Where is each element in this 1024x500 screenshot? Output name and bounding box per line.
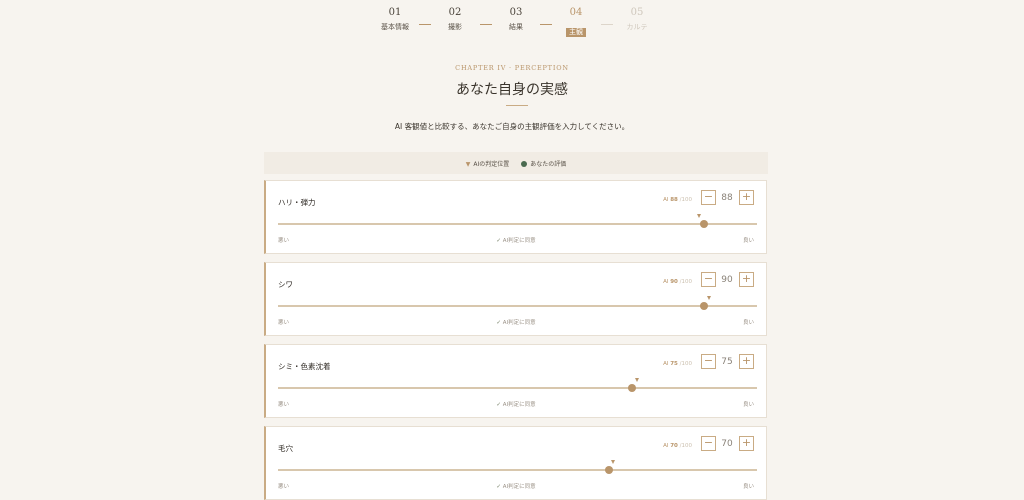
ai-score-max: /100 [679, 279, 692, 285]
legend-ai: ▼ AIの判定位置 [466, 159, 510, 168]
agree-indicator: ✓ AI判定に同意 [266, 400, 766, 408]
decrement-button[interactable]: − [701, 272, 716, 287]
slider-handle[interactable] [604, 466, 613, 474]
page-title: あなた自身の実感 [456, 82, 568, 98]
ai-score-value: 70 [670, 443, 678, 449]
step-label: 主観 [566, 28, 586, 37]
legend-user: あなたの評価 [521, 159, 566, 168]
step-label: カルテ [626, 23, 648, 31]
ai-prefix: AI [663, 361, 669, 367]
score-value: 75 [721, 357, 733, 367]
slider-handle[interactable] [628, 384, 637, 392]
step-result[interactable]: 03 結果 [486, 7, 546, 32]
step-number: 05 [630, 7, 644, 18]
check-icon: ✓ [496, 238, 501, 244]
step-label: 基本情報 [381, 23, 409, 31]
agree-text: AI判定に同意 [502, 320, 536, 326]
score-slider[interactable] [278, 296, 757, 310]
decrement-button[interactable]: − [701, 190, 716, 205]
scale-right-label: 良い [742, 484, 754, 490]
score-value: 70 [721, 439, 733, 449]
step-capture[interactable]: 02 撮影 [425, 7, 485, 32]
metric-card: ハリ・弾力 AI 88 /100−88 + 悪い ✓ AI判定に同意 良い [264, 180, 767, 254]
legend-user-label: あなたの評価 [530, 160, 567, 168]
agree-indicator: ✓ AI判定に同意 [266, 236, 766, 244]
title-divider [506, 105, 528, 106]
agree-text: AI判定に同意 [502, 402, 536, 408]
metric-card: 毛穴 AI 70 /100−70 + 悪い ✓ AI判定に同意 良い [264, 426, 767, 500]
agree-text: AI判定に同意 [502, 484, 536, 490]
score-slider[interactable] [278, 460, 757, 474]
metric-card: シミ・色素沈着 AI 75 /100−75 + 悪い ✓ AI判定に同意 良い [264, 344, 767, 418]
page-subtitle: AI 客観値と比較する、あなたご自身の主観評価を入力してください。 [394, 122, 630, 131]
decrement-button[interactable]: − [701, 354, 716, 369]
check-icon: ✓ [496, 402, 501, 408]
step-number: 02 [448, 7, 462, 18]
metric-title: シミ・色素沈着 [278, 362, 331, 371]
metric-title: シワ [278, 280, 293, 289]
ai-score-max: /100 [679, 197, 692, 203]
ai-prefix: AI [663, 197, 669, 203]
scale-right-label: 良い [742, 402, 754, 408]
ai-prefix: AI [663, 443, 669, 449]
increment-button[interactable]: + [739, 354, 754, 369]
increment-button[interactable]: + [739, 436, 754, 451]
score-slider[interactable] [278, 378, 757, 392]
legend-ai-label: AIの判定位置 [473, 160, 510, 168]
step-number: 04 [569, 7, 583, 18]
ai-position-marker-icon [634, 378, 639, 382]
chapter-label: CHAPTER IV · PERCEPTION [455, 64, 569, 72]
ai-prefix: AI [663, 279, 669, 285]
check-icon: ✓ [496, 484, 501, 490]
check-icon: ✓ [496, 320, 501, 326]
decrement-button[interactable]: − [701, 436, 716, 451]
step-subjective[interactable]: 04 主観 [546, 7, 606, 38]
ai-score-max: /100 [679, 443, 692, 449]
ai-score-value: 75 [670, 361, 678, 367]
ai-position-marker-icon [706, 296, 711, 300]
slider-handle[interactable] [700, 302, 709, 310]
legend: ▼ AIの判定位置 あなたの評価 [264, 152, 768, 174]
dot-icon [521, 160, 528, 167]
score-value: 88 [721, 193, 733, 203]
progress-stepper: 01 基本情報 02 撮影 03 結果 04 主観 05 カルテ [0, 7, 1024, 37]
triangle-down-icon: ▼ [465, 160, 471, 168]
metric-card: シワ AI 90 /100−90 + 悪い ✓ AI判定に同意 良い [264, 262, 767, 336]
ai-score: AI 88 /100 [663, 197, 692, 203]
slider-handle[interactable] [700, 220, 709, 228]
agree-indicator: ✓ AI判定に同意 [266, 318, 766, 326]
ai-score: AI 90 /100 [663, 279, 692, 285]
ai-score: AI 75 /100 [663, 361, 692, 367]
ai-score-value: 90 [670, 279, 678, 285]
step-chart[interactable]: 05 カルテ [607, 7, 667, 32]
ai-score: AI 70 /100 [663, 443, 692, 449]
scale-right-label: 良い [742, 238, 754, 244]
ai-position-marker-icon [610, 460, 615, 464]
step-number: 01 [388, 7, 402, 18]
metric-title: ハリ・弾力 [278, 198, 316, 207]
ai-score-value: 88 [670, 197, 678, 203]
score-value: 90 [721, 275, 733, 285]
increment-button[interactable]: + [739, 190, 754, 205]
ai-position-marker-icon [697, 214, 702, 218]
step-number: 03 [509, 7, 523, 18]
step-label: 撮影 [448, 23, 462, 31]
ai-score-max: /100 [679, 361, 692, 367]
step-basic-info[interactable]: 01 基本情報 [365, 7, 425, 32]
scale-right-label: 良い [742, 320, 754, 326]
agree-indicator: ✓ AI判定に同意 [266, 482, 766, 490]
step-label: 結果 [509, 23, 523, 31]
metric-title: 毛穴 [278, 444, 293, 453]
increment-button[interactable]: + [739, 272, 754, 287]
agree-text: AI判定に同意 [502, 238, 536, 244]
score-slider[interactable] [278, 214, 757, 228]
